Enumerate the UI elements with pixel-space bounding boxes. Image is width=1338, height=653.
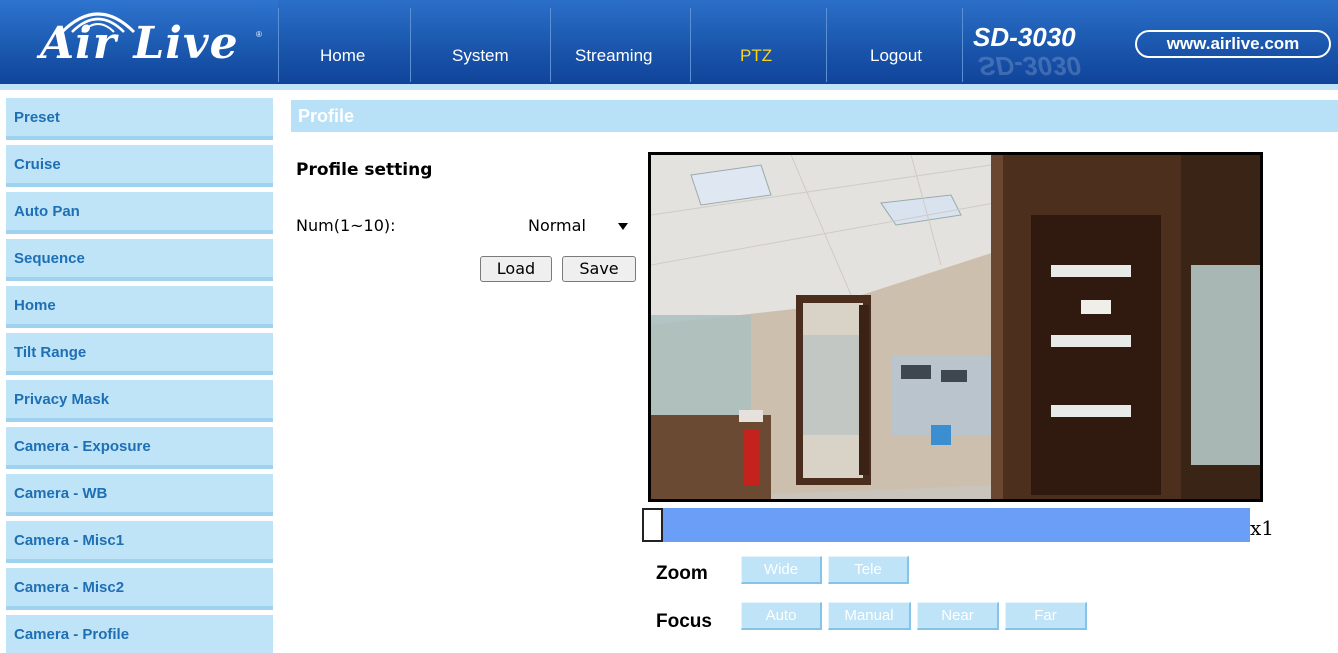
- website-link[interactable]: www.airlive.com: [1135, 30, 1331, 58]
- sidebar-item-camera-profile[interactable]: Camera - Profile: [6, 615, 273, 653]
- top-header: Air Live ® Home System Streaming PTZ Log…: [0, 0, 1338, 86]
- registered-mark: ®: [256, 30, 262, 39]
- page-title-bar: Profile: [291, 100, 1338, 132]
- nav-divider: [962, 8, 963, 82]
- sidebar-item-camera-misc1[interactable]: Camera - Misc1: [6, 521, 273, 563]
- model-reflection: SD-3030: [978, 51, 1081, 81]
- nav-streaming[interactable]: Streaming: [575, 46, 652, 66]
- nav-divider: [410, 8, 411, 82]
- sidebar-item-cruise[interactable]: Cruise: [6, 145, 273, 187]
- sidebar-item-camera-misc2[interactable]: Camera - Misc2: [6, 568, 273, 610]
- zoom-level-text: x1: [1250, 516, 1275, 540]
- focus-far-button[interactable]: Far: [1005, 602, 1087, 630]
- logo-text: Air Live: [40, 18, 239, 69]
- zoom-label: Zoom: [656, 563, 708, 584]
- num-label: Num(1~10):: [296, 216, 396, 235]
- chevron-down-icon: [618, 223, 628, 230]
- sidebar: Preset Cruise Auto Pan Sequence Home Til…: [0, 96, 284, 653]
- zoom-wide-button[interactable]: Wide: [741, 556, 822, 584]
- nav-logout[interactable]: Logout: [870, 46, 922, 66]
- focus-manual-button[interactable]: Manual: [828, 602, 911, 630]
- load-button[interactable]: Load: [480, 256, 552, 282]
- camera-image: [651, 155, 1260, 499]
- focus-near-button[interactable]: Near: [917, 602, 999, 630]
- nav-home[interactable]: Home: [320, 46, 365, 66]
- zoom-slider-handle[interactable]: [642, 508, 663, 542]
- section-title: Profile setting: [296, 160, 433, 180]
- sidebar-item-tilt-range[interactable]: Tilt Range: [6, 333, 273, 375]
- nav-divider: [690, 8, 691, 82]
- save-button[interactable]: Save: [562, 256, 636, 282]
- nav-divider: [550, 8, 551, 82]
- nav-divider: [826, 8, 827, 82]
- zoom-slider-track[interactable]: [663, 508, 1250, 542]
- focus-auto-button[interactable]: Auto: [741, 602, 822, 630]
- model-name: SD-3030: [973, 22, 1076, 52]
- zoom-tele-button[interactable]: Tele: [828, 556, 909, 584]
- focus-label: Focus: [656, 611, 712, 632]
- profile-num-value: Normal: [528, 216, 586, 235]
- page-title: Profile: [298, 106, 355, 126]
- nav-divider: [278, 8, 279, 82]
- sidebar-item-preset[interactable]: Preset: [6, 98, 273, 140]
- sidebar-item-sequence[interactable]: Sequence: [6, 239, 273, 281]
- nav-system[interactable]: System: [452, 46, 509, 66]
- sidebar-item-home[interactable]: Home: [6, 286, 273, 328]
- sidebar-item-privacy-mask[interactable]: Privacy Mask: [6, 380, 273, 422]
- header-divider: [0, 84, 1338, 90]
- nav-ptz[interactable]: PTZ: [740, 46, 772, 66]
- camera-live-view[interactable]: [648, 152, 1263, 502]
- airlive-logo: Air Live ®: [0, 0, 278, 86]
- sidebar-item-camera-exposure[interactable]: Camera - Exposure: [6, 427, 273, 469]
- profile-num-select[interactable]: Normal: [518, 212, 636, 242]
- sidebar-item-auto-pan[interactable]: Auto Pan: [6, 192, 273, 234]
- sidebar-item-camera-wb[interactable]: Camera - WB: [6, 474, 273, 516]
